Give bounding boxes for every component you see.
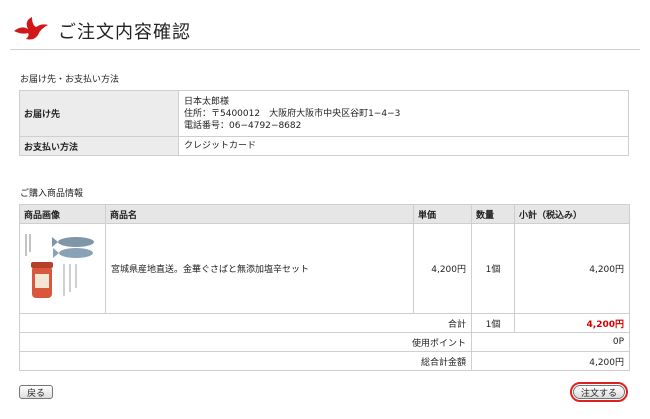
item-name: 宮城県産地直送。金華ぐさばと無添加塩辛セット xyxy=(105,223,414,314)
payment-row: お支払い方法 クレジットカード xyxy=(19,136,629,156)
col-name: 商品名 xyxy=(105,204,414,224)
product-image[interactable] xyxy=(20,226,98,308)
shipping-details: 日本太郎様 住所：〒5400012 大阪府大阪市中央区谷町1−4−3 電話番号：… xyxy=(178,90,629,137)
col-unit-price: 単価 xyxy=(413,204,472,224)
back-button[interactable]: 戻る xyxy=(19,385,53,399)
page-title: ご注文内容確認 xyxy=(58,22,191,43)
items-header-row: 商品画像 商品名 単価 数量 小計（税込み） xyxy=(19,204,630,224)
shipping-row: お届け先 日本太郎様 住所：〒5400012 大阪府大阪市中央区谷町1−4−3 … xyxy=(19,90,629,137)
bird-logo-icon xyxy=(14,17,48,40)
col-qty: 数量 xyxy=(471,204,515,224)
payment-method: クレジットカード xyxy=(178,136,629,156)
recipient-phone: 電話番号：06−4792−8682 xyxy=(184,120,302,131)
points-row: 使用ポイント 0P xyxy=(19,332,630,352)
shipping-section-label: お届け先・お支払い方法 xyxy=(20,75,120,85)
col-image: 商品画像 xyxy=(19,204,106,224)
item-unit-price: 4,200円 xyxy=(413,223,472,314)
item-image-cell xyxy=(19,223,106,314)
points-value: 0P xyxy=(471,332,630,352)
col-subtotal: 小計（税込み） xyxy=(514,204,630,224)
points-label: 使用ポイント xyxy=(19,332,472,352)
items-section-label: ご購入商品情報 xyxy=(20,189,84,199)
shipping-label: お届け先 xyxy=(19,90,179,137)
item-subtotal: 4,200円 xyxy=(514,223,630,314)
shipping-payment-table: お届け先 日本太郎様 住所：〒5400012 大阪府大阪市中央区谷町1−4−3 … xyxy=(19,90,629,156)
recipient-address: 住所：〒5400012 大阪府大阪市中央区谷町1−4−3 xyxy=(184,108,401,119)
recipient-name: 日本太郎様 xyxy=(184,96,230,107)
total-label: 合計 xyxy=(19,313,472,333)
grand-total-row: 総合計金額 4,200円 xyxy=(19,351,630,371)
total-amount: 4,200円 xyxy=(514,313,630,333)
payment-label: お支払い方法 xyxy=(19,136,179,156)
total-row: 合計 1個 4,200円 xyxy=(19,313,630,333)
items-table: 商品画像 商品名 単価 数量 小計（税込み） 宮城県産地直送。金華ぐさばと無添加… xyxy=(19,204,630,371)
grand-total-label: 総合計金額 xyxy=(19,351,472,371)
item-row: 宮城県産地直送。金華ぐさばと無添加塩辛セット 4,200円 1個 4,200円 xyxy=(19,223,630,314)
header-divider xyxy=(10,49,640,50)
page-header: ご注文内容確認 xyxy=(0,0,650,50)
grand-total-amount: 4,200円 xyxy=(471,351,630,371)
item-qty: 1個 xyxy=(471,223,515,314)
order-button[interactable]: 注文する xyxy=(570,382,628,402)
total-qty: 1個 xyxy=(471,313,515,333)
